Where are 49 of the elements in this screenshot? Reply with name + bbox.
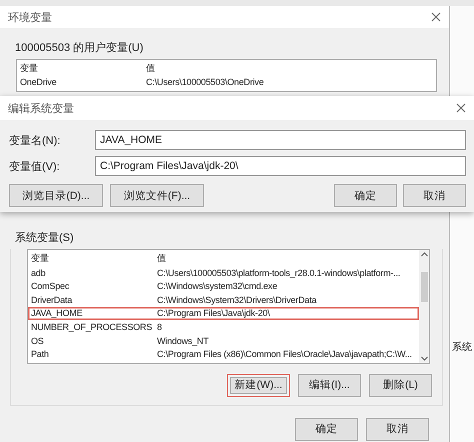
variable-name: OS — [31, 336, 45, 346]
column-header: 值 — [146, 62, 156, 76]
window-title: 编辑系统变量 — [8, 102, 74, 116]
variable-value: C:\Windows\system32\cmd.exe — [157, 281, 278, 292]
variable-name: NUMBER_OF_PROCESSORS — [31, 322, 154, 332]
table-row[interactable]: Path C:\Program Files (x86)\Common Files\Oracle\Java\javapath;C:\W... — [28, 347, 419, 361]
table-row[interactable]: DriverData C:\Windows\System32\Drivers\DriverData — [28, 292, 419, 307]
table-row[interactable]: ComSpec C:\Windows\system32\cmd.exe — [28, 279, 419, 293]
variable-value: C:\Users\100005503\OneDrive — [146, 77, 265, 88]
variable-name: Path — [31, 349, 50, 360]
dialog-button[interactable]: 确定 — [334, 184, 397, 207]
scrollbar-thumb[interactable] — [420, 272, 428, 302]
input-field[interactable]: C:\Program Files\Java\jdk-20\ — [95, 156, 466, 176]
table-action-button[interactable]: 新建(W)... — [227, 374, 290, 397]
group-label: 100005503 的用户变量(U) — [15, 40, 144, 55]
field-label: 变量值(V): — [9, 160, 61, 174]
variable-value: 8 — [157, 322, 163, 332]
table-row[interactable]: NUMBER_OF_PROCESSORS 8 — [28, 320, 419, 334]
variable-value: C:\Program Files (x86)\Common Files\Oracle\Java\javapath;C:\W... — [157, 349, 413, 360]
close-icon[interactable] — [456, 103, 466, 113]
column-header: 变量 — [31, 252, 50, 266]
table-row[interactable]: adb C:\Users\100005503\platform-tools_r28.0.1-windows\platform-... — [28, 266, 419, 280]
dialog-button[interactable]: 确定 — [295, 418, 358, 441]
group-label: 系统变量(S) — [15, 230, 75, 246]
variable-value: Windows_NT — [157, 336, 210, 346]
variable-name: ComSpec — [31, 281, 70, 292]
column-header: 变量 — [20, 62, 39, 76]
field-label: 变量名(N): — [9, 134, 62, 148]
scrollbar[interactable] — [419, 250, 429, 363]
column-header: 值 — [157, 252, 167, 266]
table-row[interactable]: OS Windows_NT — [28, 334, 419, 348]
variable-name: adb — [31, 268, 46, 278]
browse-button[interactable]: 浏览文件(F)... — [110, 184, 204, 207]
variable-name: OneDrive — [20, 77, 58, 88]
dialog-button[interactable]: 取消 — [366, 418, 429, 441]
variable-value: C:\Program Files\Java\jdk-20\ — [157, 308, 271, 318]
variable-value: C:\Windows\System32\Drivers\DriverData — [157, 294, 318, 305]
table-action-button[interactable]: 编辑(I)... — [298, 374, 361, 397]
browse-button[interactable]: 浏览目录(D)... — [9, 184, 103, 207]
variable-name: JAVA_HOME — [31, 308, 84, 318]
input-field[interactable]: JAVA_HOME — [95, 130, 466, 150]
table-row[interactable]: JAVA_HOME C:\Program Files\Java\jdk-20\ — [28, 306, 419, 320]
window-text: 系统 — [451, 340, 473, 354]
dialog-button[interactable]: 取消 — [403, 184, 466, 207]
close-icon[interactable] — [431, 12, 441, 22]
variable-value: C:\Users\100005503\platform-tools_r28.0.1-windows\platform-... — [157, 268, 402, 278]
variable-name: DriverData — [31, 294, 74, 305]
window-title: 环境变量 — [8, 10, 52, 24]
table-action-button[interactable]: 删除(L) — [369, 374, 432, 397]
